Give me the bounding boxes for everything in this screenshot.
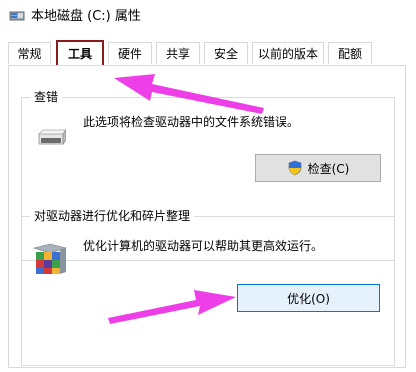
- drive-icon: [38, 129, 66, 146]
- tab-sharing[interactable]: 共享: [156, 42, 200, 64]
- uac-shield-icon: [288, 160, 301, 176]
- check-button-label: 检查(C): [307, 161, 350, 176]
- tab-strip: 常规 工具 硬件 共享 安全 以前的版本 配额: [8, 40, 408, 66]
- optimize-description: 优化计算机的驱动器可以帮助其更高效运行。: [83, 239, 324, 253]
- error-checking-title: 查错: [30, 89, 63, 105]
- tab-previous-versions[interactable]: 以前的版本: [252, 42, 324, 64]
- window-title: 本地磁盘 (C:) 属性: [31, 9, 141, 24]
- drive-icon: [9, 11, 25, 21]
- optimize-button[interactable]: 优化(O): [237, 284, 380, 312]
- tab-hardware[interactable]: 硬件: [108, 42, 152, 64]
- tab-general[interactable]: 常规: [8, 42, 51, 64]
- tab-panel-tools: 查错 此选项将检查驱动器中的文件系统错误。 检查(C) 对驱动器进行优化和碎片整…: [8, 65, 406, 368]
- optimize-title: 对驱动器进行优化和碎片整理: [30, 208, 195, 224]
- tab-quota[interactable]: 配额: [328, 42, 372, 64]
- tab-tools[interactable]: 工具: [56, 40, 104, 66]
- optimize-button-label: 优化(O): [287, 291, 330, 306]
- tab-security[interactable]: 安全: [204, 42, 248, 64]
- error-checking-description: 此选项将检查驱动器中的文件系统错误。: [83, 115, 300, 129]
- defrag-icon: [32, 243, 68, 274]
- check-button[interactable]: 检查(C): [255, 154, 381, 182]
- title-bar: 本地磁盘 (C:) 属性: [0, 0, 416, 34]
